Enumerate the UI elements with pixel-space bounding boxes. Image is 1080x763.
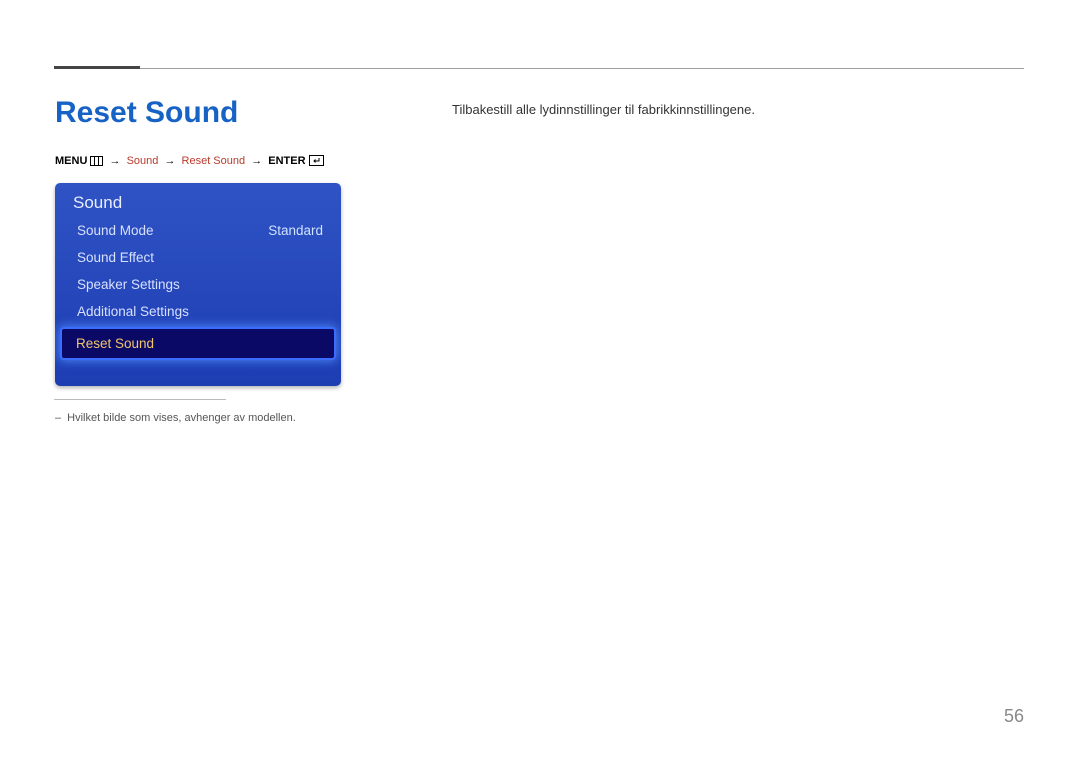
menu-item-label: Speaker Settings <box>77 277 180 292</box>
menu-header: Sound <box>55 183 341 217</box>
enter-icon <box>309 155 324 169</box>
footnote: –Hvilket bilde som vises, avhenger av mo… <box>55 412 296 424</box>
top-divider <box>54 68 1024 69</box>
arrow-icon: → <box>248 155 265 167</box>
sound-menu-panel: Sound Sound Mode Standard Sound Effect S… <box>55 183 341 386</box>
page-number: 56 <box>1004 706 1024 727</box>
breadcrumb-step-reset-sound: Reset Sound <box>182 155 246 167</box>
top-divider-accent <box>54 66 140 69</box>
footnote-text: Hvilket bilde som vises, avhenger av mod… <box>67 412 296 424</box>
breadcrumb-step-sound: Sound <box>127 155 159 167</box>
menu-icon <box>90 156 103 169</box>
footnote-divider <box>54 399 226 400</box>
page-description: Tilbakestill alle lydinnstillinger til f… <box>452 102 755 117</box>
page-title: Reset Sound <box>55 96 238 130</box>
footnote-bullet: – <box>55 412 67 424</box>
menu-item-label: Additional Settings <box>77 304 189 319</box>
menu-item-sound-effect[interactable]: Sound Effect <box>55 244 341 271</box>
menu-item-reset-sound[interactable]: Reset Sound <box>62 329 334 358</box>
breadcrumb-enter-label: ENTER <box>268 155 305 167</box>
menu-item-speaker-settings[interactable]: Speaker Settings <box>55 271 341 298</box>
menu-item-value: Standard <box>268 223 323 238</box>
menu-item-label: Reset Sound <box>76 336 154 351</box>
page: Reset Sound Tilbakestill alle lydinnstil… <box>0 0 1080 763</box>
menu-item-additional-settings[interactable]: Additional Settings <box>55 298 341 325</box>
arrow-icon: → <box>161 155 178 167</box>
breadcrumb: MENU → Sound → Reset Sound → ENTER <box>55 155 324 169</box>
menu-item-sound-mode[interactable]: Sound Mode Standard <box>55 217 341 244</box>
menu-item-label: Sound Effect <box>77 250 154 265</box>
breadcrumb-menu-label: MENU <box>55 155 87 167</box>
arrow-icon: → <box>107 155 124 167</box>
menu-item-label: Sound Mode <box>77 223 154 238</box>
